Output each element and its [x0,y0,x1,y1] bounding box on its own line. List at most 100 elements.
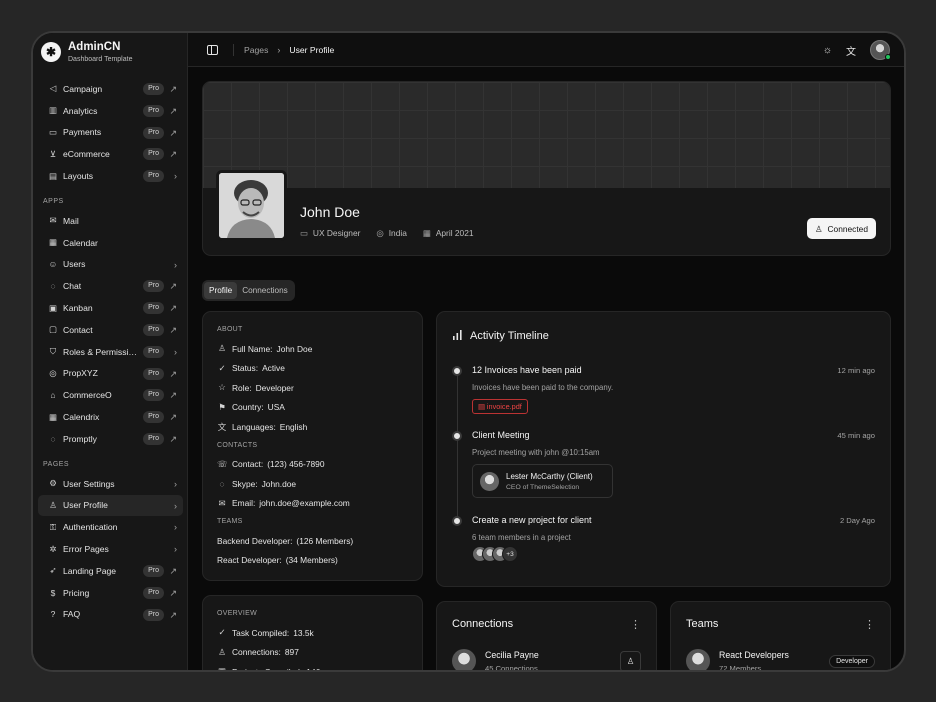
breadcrumb-pages[interactable]: Pages [244,45,268,55]
info-value: English [279,421,308,432]
info-value: USA [267,402,285,413]
info-row: Backend Developer: (126 Members) [217,531,408,551]
overview-card: OVERVIEW ✓ Task Compiled: 13.5k ♙ Connection… [202,595,423,672]
brand-subtitle: Dashboard Template [68,56,133,63]
pdf-attachment[interactable]: ▤ invoice.pdf [472,399,528,414]
sidebar-item-user-profile[interactable]: ♙ User Profile › [38,494,183,517]
info-key: Projects Compiled: [232,666,303,672]
sidebar-item-calendar[interactable]: ▦ Calendar [38,232,183,254]
sidebar-item-label: User Settings [63,478,115,489]
team-avatar [686,649,710,670]
sidebar-item-analytics[interactable]: ▥ Analytics Pro ↗ [38,100,183,122]
sidebar-item-authentication[interactable]: ⚿ Authentication › [38,516,183,538]
megaphone-icon: ◁ [49,83,57,94]
user-avatar[interactable] [870,40,891,60]
timeline-title: Create a new project for client [472,515,592,525]
timeline-desc: Invoices have been paid to the company. [472,383,614,392]
timeline-title: 12 Invoices have been paid [472,365,582,375]
sidebar-item-layouts[interactable]: ▤ Layouts Pro › [38,165,183,187]
sidebar-item-label: Authentication [63,522,118,533]
sidebar-item-label: Pricing [63,587,90,598]
sidebar-item-contact[interactable]: ▢ Contact Pro ↗ [38,319,183,341]
pro-badge: Pro [143,170,164,183]
sidebar-item-mail[interactable]: ✉ Mail [38,210,183,232]
info-value: 146 [306,666,321,672]
cart-icon: ⊻ [49,148,57,159]
info-row: ◌ Skype: John.doe [217,474,408,494]
sidebar-item-user-settings[interactable]: ⚙ User Settings › [38,473,183,495]
profile-name: John Doe [300,204,360,220]
sidebar-item-kanban[interactable]: ▣ Kanban Pro ↗ [38,297,183,319]
sidebar-item-pricing[interactable]: $ Pricing Pro ↗ [38,582,183,604]
client-card[interactable]: Lester McCarthy (Client) CEO of ThemeSel… [472,464,613,498]
sidebar-item-ecommerce[interactable]: ⊻ eCommerce Pro ↗ [38,143,183,165]
asterisk-icon: ✱ [41,42,61,62]
sidebar-item-label: Error Pages [63,544,109,555]
tab-connections[interactable]: Connections [237,282,293,299]
timeline-time: 12 min ago [837,366,875,375]
external-link-icon: ↗ [169,149,177,160]
sidebar-nav: ◁ Campaign Pro ↗ ▥ Analytics Pro ↗ ▭ Payments Pro ↗… [33,78,188,625]
star-icon: ☆ [218,382,226,393]
translate-icon: 文 [217,421,227,432]
sidebar-item-label: eCommerce [63,149,110,160]
pro-badge: Pro [143,104,164,117]
info-row: 文 Languages: English [217,417,408,437]
team-badge: Developer [829,655,875,668]
avatar-stack[interactable]: +3 [472,546,518,562]
translate-icon[interactable]: 文 [846,43,856,58]
sidebar-item-payments[interactable]: ▭ Payments Pro ↗ [38,122,183,144]
chevron-right-icon: › [174,478,177,489]
more-vertical-icon[interactable]: ⋮ [630,618,641,631]
tab-profile[interactable]: Profile [204,282,238,299]
connect-user-button[interactable]: ♙ [620,651,641,670]
sidebar-item-label: FAQ [63,609,81,620]
chevron-right-icon: › [277,44,281,55]
pro-badge: Pro [143,608,164,621]
sidebar-item-faq[interactable]: ? FAQ Pro ↗ [38,604,183,626]
client-name: Lester McCarthy (Client) [506,472,593,481]
sidebar-item-campaign[interactable]: ◁ Campaign Pro ↗ [38,78,183,100]
overview-section-label: OVERVIEW [217,610,258,617]
pdf-attachment-label: invoice.pdf [486,402,522,411]
brand[interactable]: ✱ AdminCN Dashboard Template [41,41,132,63]
phone-icon: ☏ [217,458,228,469]
user-icon: ♙ [626,656,635,666]
sidebar-item-chat[interactable]: ◌ Chat Pro ↗ [38,275,183,297]
sidebar-item-propxyz[interactable]: ◎ PropXYZ Pro ↗ [38,363,183,385]
info-value: Active [262,363,285,374]
activity-title: Activity Timeline [452,329,549,343]
sidebar-item-label: Roles & Permissi… [63,346,138,357]
profile-location: India [388,228,407,238]
sidebar-item-roles-permissi[interactable]: ⛉ Roles & Permissi… Pro › [38,341,183,363]
sidebar-item-label: Campaign [63,83,103,94]
timeline-dot [452,366,462,376]
connected-button[interactable]: ♙ Connected [806,218,876,239]
info-value: 13.5k [293,627,314,638]
info-row: ☏ Contact: (123) 456-7890 [217,455,408,475]
sidebar-item-commerceo[interactable]: ⌂ CommerceO Pro ↗ [38,384,183,406]
sidebar-item-label: Contact [63,324,93,335]
more-vertical-icon[interactable]: ⋮ [864,618,875,631]
grid-icon: ▦ [217,666,227,672]
sidebar-item-users[interactable]: ☺ Users › [38,254,183,276]
teams-card: Teams ⋮ React Developers 72 Members Deve… [670,601,891,670]
external-link-icon: ↗ [169,609,177,620]
map-pin-icon: ◎ [376,228,384,238]
sidebar-item-calendrix[interactable]: ▦ Calendrix Pro ↗ [38,406,183,428]
profile-header-card: John Doe ▭ UX Designer ◎ India ▦ April 2021… [202,81,891,256]
external-link-icon: ↗ [169,127,177,138]
sidebar-item-error-pages[interactable]: ✲ Error Pages › [38,538,183,560]
sidebar-item-landing-page[interactable]: ➶ Landing Page Pro ↗ [38,560,183,582]
external-link-icon: ↗ [169,105,177,116]
sidebar-toggle-icon[interactable] [207,44,218,55]
connections-title: Connections [452,618,514,630]
app-window: ✱ AdminCN Dashboard Template ◁ Campaign Pr… [31,31,906,672]
info-key: Country: [232,402,264,413]
external-link-icon: ↗ [169,368,177,379]
sun-icon[interactable]: ☼ [823,45,832,56]
pro-badge: Pro [143,83,164,95]
info-value: (123) 456-7890 [267,459,325,470]
sidebar-item-promptly[interactable]: ◌ Promptly Pro ↗ [38,428,183,450]
sidebar-item-label: Analytics [63,105,98,116]
